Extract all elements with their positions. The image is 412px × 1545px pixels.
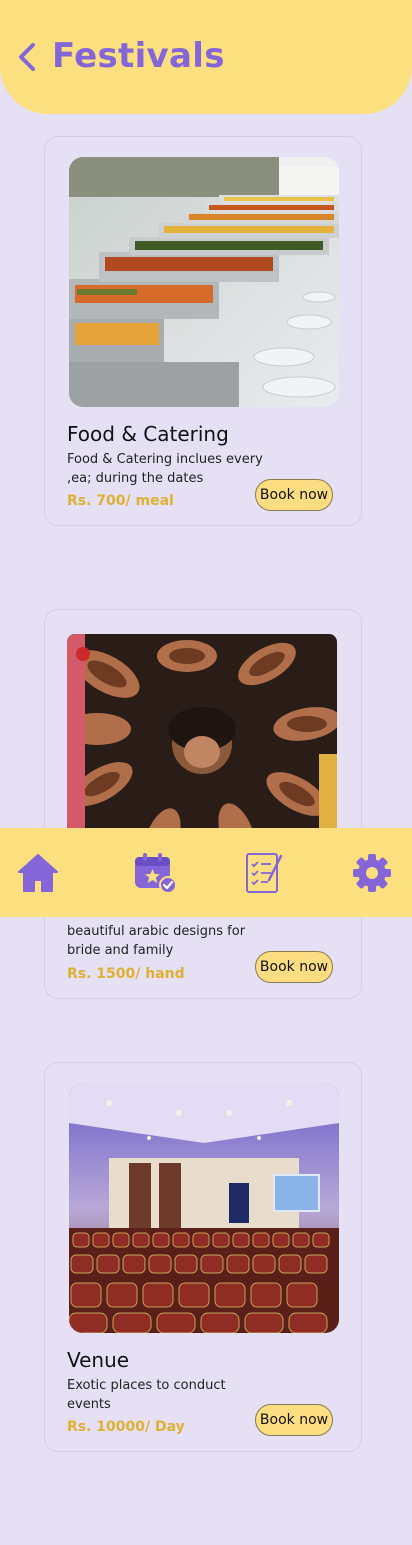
nav-checklist[interactable]	[240, 850, 286, 896]
service-title: Food & Catering	[67, 422, 229, 446]
calendar-check-icon	[135, 853, 177, 894]
book-now-button[interactable]: Book now	[255, 479, 333, 511]
chevron-left-icon	[19, 43, 35, 71]
service-price: Rs. 1500/ hand	[67, 966, 185, 982]
service-title: Venue	[67, 1348, 130, 1372]
back-button[interactable]	[14, 40, 40, 74]
service-card-mehendi[interactable]: beautiful arabic designs for bride and f…	[44, 609, 362, 999]
venue-image	[69, 1083, 339, 1333]
book-now-button[interactable]: Book now	[255, 951, 333, 983]
nav-bookings[interactable]	[132, 850, 178, 896]
service-card-food-catering[interactable]: Food & Catering Food & Catering inclues …	[44, 136, 362, 526]
app-header: Festivals	[0, 0, 412, 114]
service-description: beautiful arabic designs for bride and f…	[67, 924, 246, 958]
nav-home[interactable]	[15, 850, 61, 896]
service-price: Rs. 700/ meal	[67, 493, 174, 509]
page-title: Festivals	[52, 36, 225, 76]
checklist-icon	[246, 853, 283, 893]
catering-image	[69, 157, 339, 407]
service-card-venue[interactable]: Venue Exotic places to conduct events Rs…	[44, 1062, 362, 1452]
bottom-nav	[0, 828, 412, 917]
gear-icon	[353, 854, 391, 892]
home-icon	[18, 854, 58, 892]
service-description: Food & Catering inclues every ,ea; durin…	[67, 452, 263, 486]
service-description: Exotic places to conduct events	[67, 1378, 226, 1412]
book-now-button[interactable]: Book now	[255, 1404, 333, 1436]
service-price: Rs. 10000/ Day	[67, 1419, 185, 1435]
nav-settings[interactable]	[349, 850, 395, 896]
